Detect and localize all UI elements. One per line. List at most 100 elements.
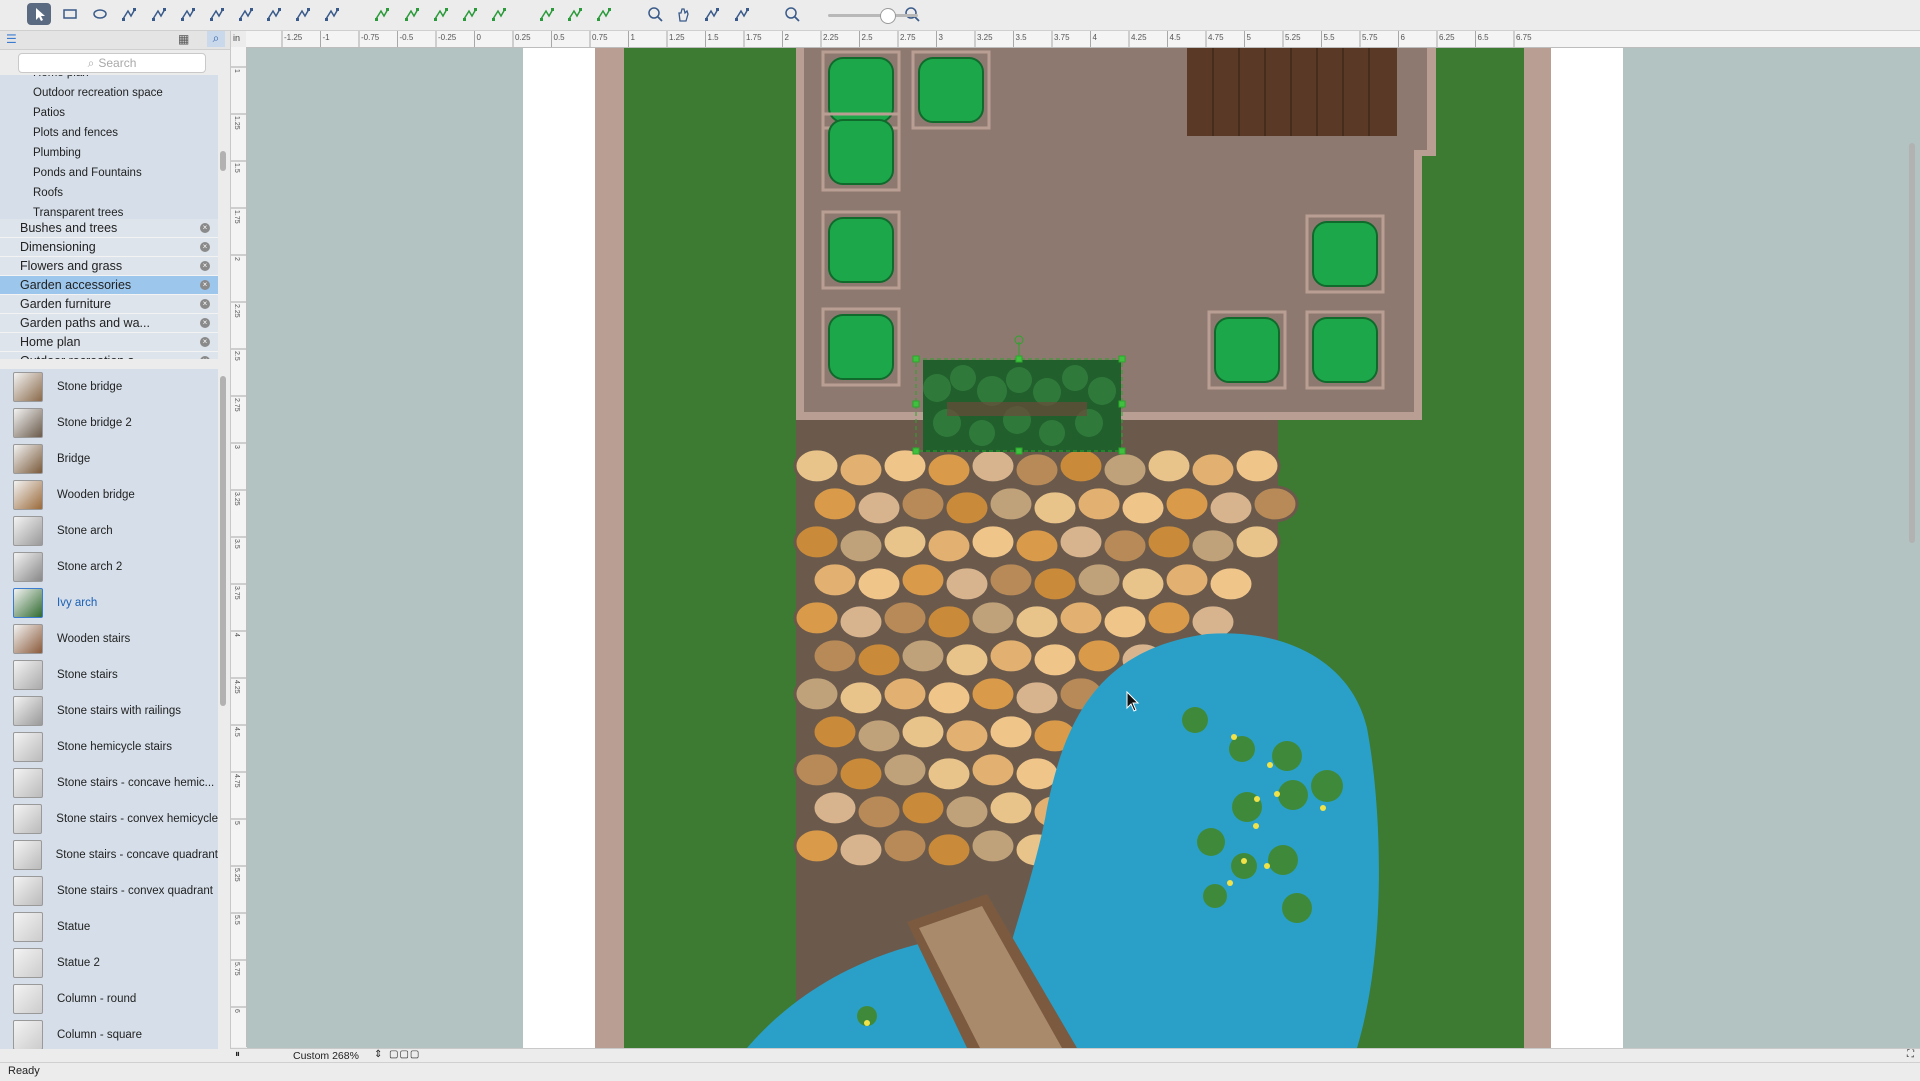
smart-connector-icon[interactable]: [291, 3, 315, 25]
shape-item[interactable]: Stone bridge: [0, 369, 218, 405]
flagstone: [1031, 489, 1079, 527]
subcategory-item[interactable]: Ponds and Fountains: [0, 163, 218, 183]
shape-thumbnail-icon: [13, 624, 43, 654]
bush[interactable]: [1312, 221, 1378, 287]
arc-connector-icon[interactable]: [176, 3, 200, 25]
canvas-scrollbar[interactable]: [1909, 143, 1915, 543]
shape-item[interactable]: Wooden stairs: [0, 621, 218, 657]
polyline-icon[interactable]: [458, 3, 482, 25]
insert-icon[interactable]: [320, 3, 344, 25]
bush[interactable]: [1312, 317, 1378, 383]
shape-list-scrollbar[interactable]: [220, 376, 226, 706]
arc-icon[interactable]: [400, 3, 424, 25]
pointer-icon[interactable]: [27, 3, 51, 25]
orthogonal-connector-icon[interactable]: [234, 3, 258, 25]
search-input[interactable]: ⌕ Search: [18, 53, 206, 73]
subcategory-item[interactable]: Roofs: [0, 183, 218, 203]
close-category-icon[interactable]: ×: [200, 299, 210, 309]
zoom-stepper-icon[interactable]: ⇕: [374, 1049, 382, 1060]
ellipse-icon[interactable]: [88, 3, 112, 25]
shape-item[interactable]: Stone hemicycle stairs: [0, 729, 218, 765]
shape-item[interactable]: Ivy arch: [0, 585, 218, 621]
category-item[interactable]: Outdoor recreation s... ×: [0, 352, 218, 359]
zoom-slider-knob[interactable]: [880, 8, 896, 24]
shape-item[interactable]: Wooden bridge: [0, 477, 218, 513]
shape-label: Stone stairs - convex hemicycle: [56, 813, 218, 825]
subcategory-scrollbar[interactable]: [220, 151, 226, 171]
subcategory-item[interactable]: Patios: [0, 103, 218, 123]
bush[interactable]: [918, 57, 984, 123]
rectangle-icon[interactable]: [58, 3, 82, 25]
shape-item[interactable]: Stone stairs - concave quadrant: [0, 837, 218, 873]
bush[interactable]: [828, 119, 894, 185]
wooden-deck[interactable]: [1187, 48, 1397, 136]
fit-page-icon[interactable]: ⛶: [1907, 1049, 1914, 1060]
pause-icon[interactable]: ⏸: [235, 1049, 240, 1060]
bush[interactable]: [1214, 317, 1280, 383]
rounded-connector-icon[interactable]: [262, 3, 286, 25]
page-view-icons[interactable]: ▢▢▢: [389, 1049, 420, 1060]
subcategory-item[interactable]: Home plan: [0, 75, 218, 83]
close-category-icon[interactable]: ×: [200, 318, 210, 328]
shape-item[interactable]: Stone arch 2: [0, 549, 218, 585]
category-item[interactable]: Garden accessories ×: [0, 276, 218, 295]
arrange-icon[interactable]: [592, 3, 616, 25]
close-category-icon[interactable]: ×: [200, 337, 210, 347]
close-category-icon[interactable]: ×: [200, 242, 210, 252]
flagstone: [1101, 451, 1149, 489]
ruler-label: -0.5: [400, 33, 414, 42]
shape-item[interactable]: Stone stairs - convex quadrant: [0, 873, 218, 909]
ivy-arch[interactable]: [923, 360, 1121, 452]
ruler-label: 0.5: [554, 33, 566, 42]
subcategory-item[interactable]: Outdoor recreation space: [0, 83, 218, 103]
shape-item[interactable]: Statue 2: [0, 945, 218, 981]
shape-item[interactable]: Statue: [0, 909, 218, 945]
close-category-icon[interactable]: ×: [200, 223, 210, 233]
shape-item[interactable]: Stone arch: [0, 513, 218, 549]
subcategory-item[interactable]: Plots and fences: [0, 123, 218, 143]
zoom-icon[interactable]: [643, 3, 667, 25]
library-view-icon[interactable]: ☰: [6, 32, 17, 46]
shape-item[interactable]: Stone stairs - concave hemic...: [0, 765, 218, 801]
category-item[interactable]: Flowers and grass ×: [0, 257, 218, 276]
zoom-slider-track[interactable]: [828, 14, 918, 17]
search-toggle-icon[interactable]: ⌕: [207, 31, 225, 47]
stamp-icon[interactable]: [700, 3, 724, 25]
category-item[interactable]: Bushes and trees ×: [0, 219, 218, 238]
freehand-icon[interactable]: [487, 3, 511, 25]
shape-item[interactable]: Stone bridge 2: [0, 405, 218, 441]
bush[interactable]: [828, 314, 894, 380]
group-icon[interactable]: [535, 3, 559, 25]
drawing-canvas[interactable]: [247, 48, 1920, 1048]
bush[interactable]: [828, 57, 894, 123]
tree-connector-icon[interactable]: [205, 3, 229, 25]
connector-icon[interactable]: [147, 3, 171, 25]
grid-view-icon[interactable]: ▦: [178, 32, 189, 46]
bush[interactable]: [828, 217, 894, 283]
shape-item[interactable]: Stone stairs with railings: [0, 693, 218, 729]
category-item[interactable]: Dimensioning ×: [0, 238, 218, 257]
bezier-icon[interactable]: [429, 3, 453, 25]
shape-item[interactable]: Bridge: [0, 441, 218, 477]
shape-item[interactable]: Column - round: [0, 981, 218, 1017]
eyedropper-icon[interactable]: [730, 3, 754, 25]
shape-label: Column - round: [57, 993, 137, 1005]
category-item[interactable]: Garden furniture ×: [0, 295, 218, 314]
shape-item[interactable]: Stone stairs - convex hemicycle: [0, 801, 218, 837]
subcategory-item[interactable]: Plumbing: [0, 143, 218, 163]
category-item[interactable]: Home plan ×: [0, 333, 218, 352]
shape-item[interactable]: Column - square: [0, 1017, 218, 1049]
zoom-out-icon[interactable]: [780, 3, 804, 25]
snap-icon[interactable]: [563, 3, 587, 25]
close-category-icon[interactable]: ×: [200, 356, 210, 359]
text-block-icon[interactable]: [117, 3, 141, 25]
shape-label: Stone stairs with railings: [57, 705, 181, 717]
close-category-icon[interactable]: ×: [200, 280, 210, 290]
category-item[interactable]: Garden paths and wa... ×: [0, 314, 218, 333]
hand-icon[interactable]: [671, 3, 695, 25]
shape-item[interactable]: Stone stairs: [0, 657, 218, 693]
line-icon[interactable]: [370, 3, 394, 25]
flagstone: [925, 451, 973, 489]
zoom-select[interactable]: Custom 268%: [293, 1050, 359, 1062]
close-category-icon[interactable]: ×: [200, 261, 210, 271]
